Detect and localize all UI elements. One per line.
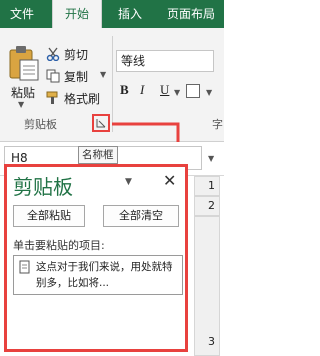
pane-options-icon[interactable]: ▼	[125, 177, 132, 187]
paste-all-button[interactable]: 全部粘贴	[13, 205, 85, 227]
row-header-1[interactable]: 1	[194, 176, 220, 196]
name-box-tooltip: 名称框	[78, 146, 118, 164]
chevron-down-icon[interactable]: ▼	[208, 154, 214, 163]
clipboard-item[interactable]: 这点对于我们来说，用处就特别多，比如将...	[13, 255, 183, 295]
document-icon	[19, 260, 30, 274]
close-icon[interactable]: ✕	[163, 171, 176, 190]
clear-all-button[interactable]: 全部清空	[103, 205, 179, 227]
pane-title: 剪贴板	[13, 175, 73, 199]
clipboard-item-text: 这点对于我们来说，用处就特别多，比如将...	[36, 261, 173, 289]
row-header-3[interactable]: 3	[194, 216, 220, 356]
row-header-2[interactable]: 2	[194, 196, 220, 216]
clipboard-pane: 剪贴板 ▼ ✕ 全部粘贴 全部清空 单击要粘贴的项目: 这点对于我们来说，用处就…	[4, 164, 188, 352]
items-label: 单击要粘贴的项目:	[13, 239, 105, 252]
